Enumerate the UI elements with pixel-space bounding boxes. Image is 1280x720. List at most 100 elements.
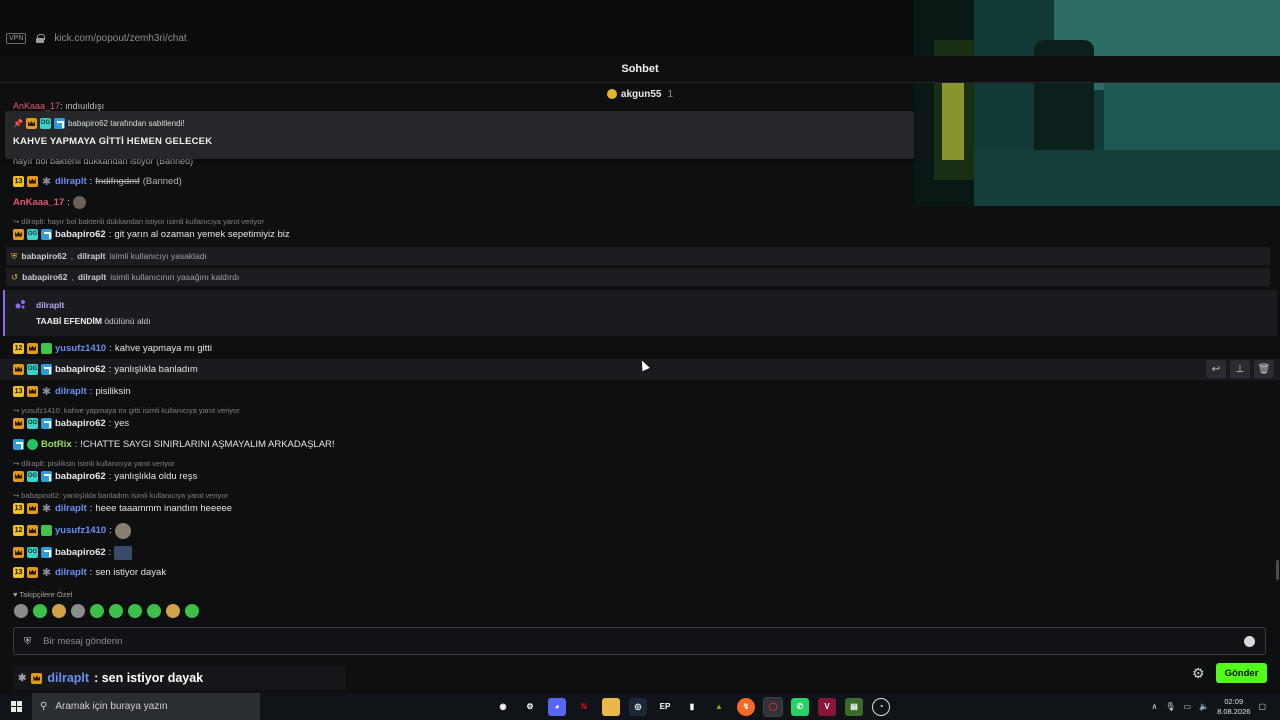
clock[interactable]: 02:09 8.08.2026: [1217, 697, 1250, 717]
emote-icon[interactable]: [147, 604, 161, 618]
chevron-up-icon[interactable]: ∧: [1152, 702, 1158, 711]
chat-message[interactable]: 12 yusufz1410: kahve yapmaya mı gitti: [13, 341, 212, 355]
netflix-icon[interactable]: N: [575, 698, 593, 716]
chat-message[interactable]: OG babapiro62: git yarın al ozaman yemek…: [13, 227, 290, 241]
og-badge-icon: OG: [27, 547, 38, 558]
ban-icon: ⛨: [11, 250, 18, 261]
crown-badge-icon: [27, 175, 38, 187]
shield-icon[interactable]: ⛨: [24, 636, 31, 647]
username[interactable]: babapiro62: [55, 547, 106, 558]
username[interactable]: babapiro62: [55, 471, 106, 482]
username[interactable]: babapiro62: [55, 364, 106, 375]
discord-icon[interactable]: ◕: [548, 697, 566, 716]
username[interactable]: yusufz1410: [55, 343, 106, 354]
username[interactable]: dilraplt: [55, 567, 87, 578]
nvidia-icon[interactable]: ▲: [710, 698, 728, 716]
chat-message[interactable]: OG babapiro62: yes: [13, 416, 129, 430]
heart-icon: ♥: [13, 590, 18, 599]
app-icon[interactable]: ↯: [737, 697, 755, 716]
message-input[interactable]: [43, 635, 1194, 647]
reward-user[interactable]: dilraplt: [36, 300, 64, 310]
emote-icon[interactable]: [33, 604, 47, 618]
reply-icon[interactable]: ↩: [1206, 360, 1226, 378]
chat-message[interactable]: BotRix: !CHATTE SAYGI SINIRLARINI AŞMAYA…: [13, 437, 335, 451]
settings-gear-icon[interactable]: ⚙: [1192, 666, 1206, 680]
actor[interactable]: babapiro62: [21, 251, 66, 261]
delete-icon[interactable]: 🗑: [1254, 360, 1274, 378]
emote-icon[interactable]: [52, 604, 66, 618]
app-icon[interactable]: ▤: [845, 697, 863, 716]
badge-icon: ✱: [18, 672, 27, 684]
file-explorer-icon[interactable]: [602, 697, 620, 716]
chat-message[interactable]: AnKaaa_17:: [13, 195, 86, 209]
emote-icon[interactable]: [128, 604, 142, 618]
emote-icon[interactable]: [185, 604, 199, 618]
mod-badge-icon: [41, 363, 52, 375]
reply-context[interactable]: ↪ yusufz1410: kahve yapmaya mı gitti isi…: [13, 406, 240, 415]
app-icon[interactable]: ▮: [683, 698, 701, 716]
opera-gx-icon[interactable]: ◯: [763, 696, 783, 717]
username[interactable]: yusufz1410: [55, 525, 106, 536]
actor[interactable]: babapiro62: [22, 272, 67, 282]
steelseries-icon[interactable]: ◉: [494, 698, 512, 716]
reply-context[interactable]: ↪ babapiro62: yanlışlıkla banladım isiml…: [13, 491, 228, 500]
steam-icon[interactable]: ◎: [629, 697, 647, 716]
username[interactable]: dilraplt: [55, 503, 87, 514]
emote-icon[interactable]: [109, 604, 123, 618]
reply-context[interactable]: ↪ dilraplt: hayır bol bakterili dükkanda…: [13, 217, 264, 226]
og-badge-icon: OG: [27, 363, 38, 375]
valorant-icon[interactable]: V: [818, 697, 836, 716]
username[interactable]: dilraplt: [55, 176, 87, 187]
reply-icon: ↪: [13, 406, 20, 415]
chat-message[interactable]: OG babapiro62: yanlışlıkla oldu reşs: [13, 469, 197, 483]
pin-icon[interactable]: ⊥: [1230, 360, 1250, 378]
emote-icon[interactable]: [14, 604, 28, 618]
sub-months-badge: 12: [13, 525, 24, 536]
chat-message[interactable]: OG babapiro62: yanlışlıkla banladım: [13, 362, 198, 376]
whatsapp-icon[interactable]: ✆: [791, 697, 809, 716]
message-text: fndifngdmf: [95, 175, 140, 187]
reply-icon: ↪: [13, 491, 20, 500]
message-input-box[interactable]: ⛨: [13, 627, 1266, 655]
chat-message[interactable]: 13 ✱ dilraplt: sen istiyor dayak: [13, 565, 166, 579]
reply-text: yusufz1410: kahve yapmaya mı gitti isiml…: [21, 406, 240, 415]
mod-badge-icon: [41, 417, 52, 429]
chat-scrollbar[interactable]: [1276, 560, 1279, 580]
chat-message[interactable]: 13 ✱ dilraplt: pisiliksin: [13, 384, 131, 398]
settings-icon[interactable]: ⚙: [521, 698, 539, 716]
reply-text: babapiro62: yanlışlıkla banladım isimli …: [21, 491, 229, 500]
notice-text: isimli kullanıcının yasağını kaldırdı: [110, 272, 240, 282]
username[interactable]: dilraplt: [55, 386, 87, 397]
chat-message[interactable]: OG babapiro62:: [13, 544, 133, 561]
emote-icon[interactable]: [90, 604, 104, 618]
chat-message[interactable]: 13 ✱ dilraplt: heee taaammm inandım heee…: [13, 501, 232, 515]
reply-context[interactable]: ↪ dilraplt: pisiliksin isimli kullanıcıy…: [13, 459, 175, 468]
emoji-picker-icon[interactable]: [1244, 636, 1255, 647]
network-icon[interactable]: ▭: [1184, 702, 1192, 711]
username[interactable]: babapiro62: [55, 229, 106, 240]
username[interactable]: babapiro62: [55, 418, 106, 429]
notification-icon[interactable]: ▢: [1258, 702, 1266, 711]
message-text: !CHATTE SAYGI SINIRLARINI AŞMAYALIM ARKA…: [80, 438, 335, 450]
windows-start-icon[interactable]: [0, 693, 32, 720]
microphone-icon[interactable]: 🎙: [1165, 702, 1175, 711]
taskbar-search[interactable]: ⚲ Aramak için buraya yazın: [32, 693, 260, 720]
username[interactable]: BotRix: [41, 439, 72, 450]
mod-badge-icon: [41, 470, 52, 482]
screen: VPN kick.com/popout/zemh3ri/chat Sohbet …: [0, 0, 1280, 720]
emote-icon[interactable]: [166, 604, 180, 618]
epic-games-icon[interactable]: EP: [656, 698, 674, 716]
search-icon: ⚲: [40, 701, 48, 712]
emote-icon[interactable]: [71, 604, 85, 618]
asterisk-badge-icon: ✱: [41, 175, 52, 188]
send-button[interactable]: Gönder: [1216, 663, 1267, 683]
chat-message[interactable]: 12 yusufz1410:: [13, 522, 131, 539]
target[interactable]: dilraplt: [77, 251, 105, 261]
chat-message[interactable]: 13 ✱ dilraplt: fndifngdmf (Banned): [13, 174, 182, 188]
sub-months-badge: 13: [13, 385, 24, 397]
obs-icon[interactable]: ◔: [872, 697, 890, 716]
volume-icon[interactable]: 🔈: [1199, 702, 1209, 711]
og-badge-icon: OG: [27, 417, 38, 429]
target[interactable]: dilraplt: [78, 272, 106, 282]
username[interactable]: AnKaaa_17: [13, 197, 64, 208]
